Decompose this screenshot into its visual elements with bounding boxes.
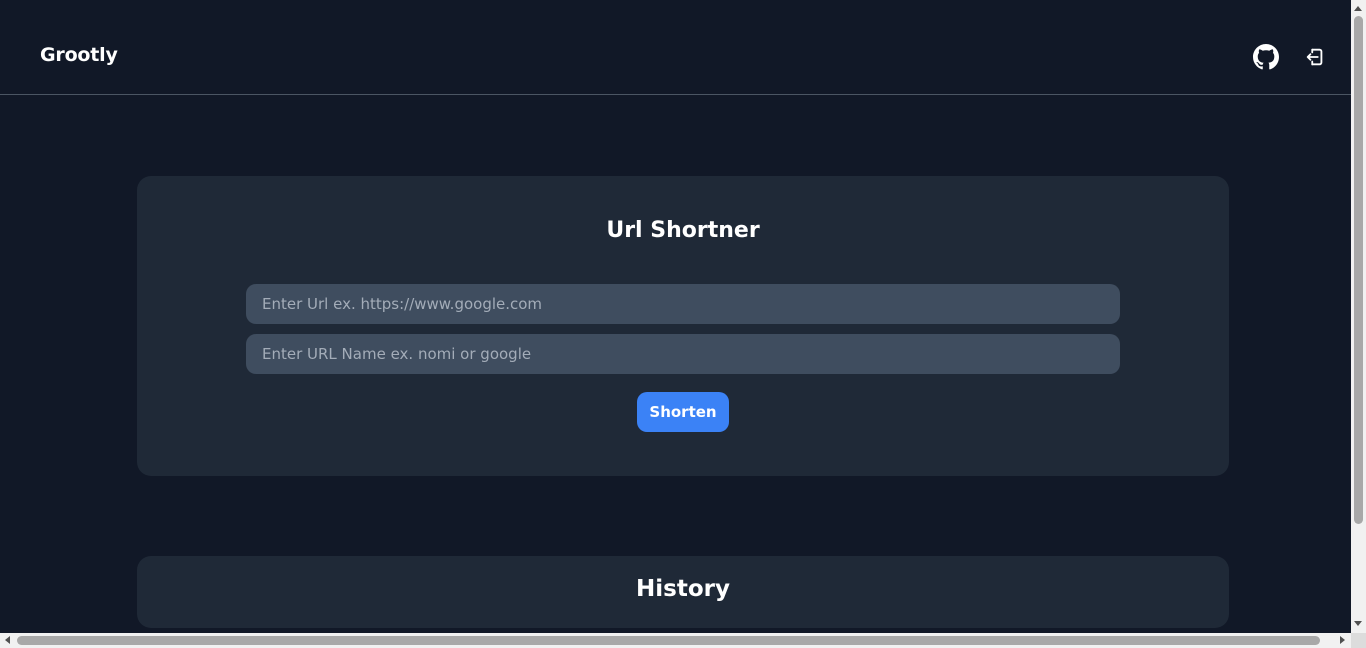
logout-icon-graphic <box>1306 48 1323 66</box>
url-shortener-card: Url Shortner Shorten <box>137 176 1229 476</box>
brand-logo[interactable]: Grootly <box>40 44 118 66</box>
vertical-scrollbar[interactable] <box>1351 0 1366 633</box>
history-title: History <box>636 576 730 602</box>
scrollbar-corner <box>1351 633 1366 648</box>
vertical-scrollbar-thumb[interactable] <box>1354 16 1363 524</box>
navbar: Grootly <box>0 0 1351 95</box>
horizontal-scrollbar-thumb[interactable] <box>17 636 1320 645</box>
scroll-down-arrow-icon[interactable] <box>1354 621 1362 626</box>
shorten-button[interactable]: Shorten <box>637 392 729 432</box>
github-icon[interactable] <box>1253 44 1279 70</box>
url-input[interactable] <box>246 284 1120 324</box>
history-card: History <box>137 556 1229 628</box>
horizontal-scrollbar[interactable] <box>0 633 1351 648</box>
logout-icon[interactable] <box>1302 44 1328 70</box>
scroll-up-arrow-icon[interactable] <box>1354 6 1362 11</box>
url-name-input[interactable] <box>246 334 1120 374</box>
scroll-left-arrow-icon[interactable] <box>5 636 10 644</box>
github-icon-graphic <box>1253 44 1279 70</box>
page: Grootly Url Shortner Shorten History <box>0 0 1351 633</box>
shortener-title: Url Shortner <box>606 218 760 243</box>
scroll-right-arrow-icon[interactable] <box>1340 636 1345 644</box>
